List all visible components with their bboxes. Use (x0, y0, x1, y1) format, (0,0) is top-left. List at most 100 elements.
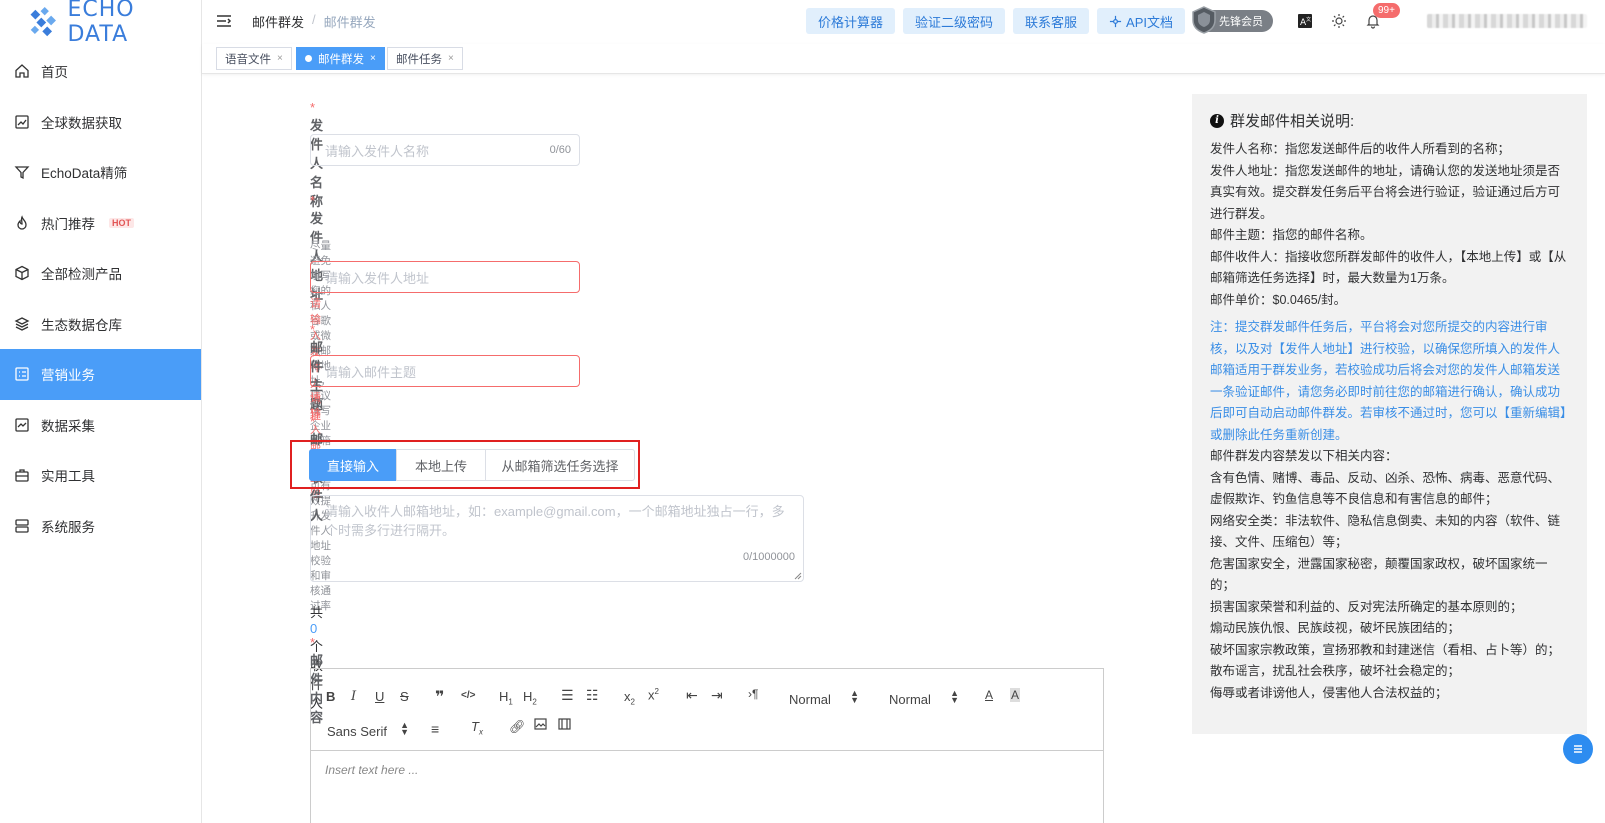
sidebar-item-home[interactable]: 首页 (0, 46, 201, 97)
info-rule: 邮件群发内容禁发以下相关内容： (1210, 449, 1398, 463)
ordered-list-icon[interactable]: ☰ (561, 687, 574, 704)
close-icon[interactable]: × (448, 53, 454, 64)
editor-body[interactable]: Insert text here ... (311, 751, 1103, 789)
sidebar-item-label: 热门推荐 (41, 216, 95, 232)
floating-menu-button[interactable] (1563, 734, 1593, 764)
tab-label: 邮件任务 (396, 53, 442, 66)
sidebar-item-data-collection[interactable]: 数据采集 (0, 400, 201, 451)
close-icon[interactable]: × (370, 53, 376, 64)
blockquote-icon[interactable]: ❞ (435, 687, 444, 707)
verify-password-button[interactable]: 验证二级密码 (903, 8, 1006, 34)
sidebar-item-label: 数据采集 (41, 418, 95, 434)
user-info-blurred[interactable] (1427, 14, 1587, 28)
sidebar-item-tools[interactable]: 实用工具 (0, 450, 201, 501)
sidebar-item-label: 实用工具 (41, 469, 95, 485)
editor-toolbar: B I U S ❞ </> H1 H2 ☰ ☷ x2 x2 ⇤ ⇥ ›¶ Nor… (311, 669, 1103, 751)
tab-mail-tasks[interactable]: 邮件任务 × (387, 47, 463, 70)
translate-icon[interactable]: A文 (1295, 11, 1315, 31)
member-badge[interactable]: 先锋会员 (1192, 6, 1273, 34)
sender-name-placeholder: 请输入发件人名称 (325, 143, 430, 159)
logo[interactable]: ECHO DATA (0, 0, 201, 47)
subject-input[interactable]: 请输入邮件主题 (310, 355, 580, 387)
sidebar-item-echodata-filter[interactable]: EchoData精筛 (0, 147, 201, 198)
info-line: 邮件单价：$0.0465/封。 (1210, 292, 1347, 307)
recipients-counter: 0/1000000 (743, 551, 795, 563)
source-direct-input-button[interactable]: 直接输入 (309, 449, 397, 481)
sidebar-item-all-products[interactable]: 全部检测产品 (0, 248, 201, 299)
breadcrumb-separator: / (312, 11, 316, 27)
tab-mass-mail[interactable]: 邮件群发 × (296, 47, 385, 70)
image-icon[interactable] (534, 718, 547, 733)
menu-toggle-icon[interactable] (216, 13, 232, 29)
select-arrows-icon: ▲ ▼ (400, 720, 409, 737)
select-arrows-icon: ▲ ▼ (950, 688, 959, 705)
superscript-icon[interactable]: x2 (648, 687, 659, 702)
brand-name: ECHO DATA (67, 0, 135, 47)
info-rule: 损害国家荣誉和利益的、反对宪法所确定的基本原则的； (1210, 599, 1523, 614)
font-color-icon[interactable]: A (985, 688, 993, 702)
contact-support-button[interactable]: 联系客服 (1013, 8, 1090, 34)
bold-icon[interactable]: B (326, 689, 335, 704)
bullet-list-icon[interactable]: ☷ (586, 687, 599, 704)
source-filter-task-button[interactable]: 从邮箱筛选任务选择 (485, 449, 635, 481)
info-line: 发件人地址：指您发送邮件的地址，请确认您的发送地址须是否真实有效。提交群发任务后… (1210, 163, 1561, 221)
notification-bell-icon[interactable]: 99+ (1363, 3, 1400, 31)
recipients-textarea[interactable]: 请输入收件人邮箱地址，如：example@gmail.com，一个邮箱地址独占一… (310, 495, 804, 582)
video-icon[interactable] (558, 718, 571, 733)
sidebar-item-label: 全球数据获取 (41, 115, 122, 131)
breadcrumb-current: 邮件群发 (323, 14, 376, 30)
sidebar-item-data-warehouse[interactable]: 生态数据仓库 (0, 299, 201, 350)
price-calculator-button[interactable]: 价格计算器 (805, 8, 895, 34)
heading1-icon[interactable]: H1 (499, 689, 513, 707)
sidebar-item-label: 生态数据仓库 (41, 317, 122, 333)
sender-name-input[interactable]: 请输入发件人名称 0/60 (310, 134, 580, 166)
clear-format-icon[interactable]: Tx (471, 719, 483, 737)
align-icon[interactable]: ≡ (431, 721, 439, 737)
sidebar-item-label: 系统服务 (41, 519, 95, 535)
info-rule: 侮辱或者诽谤他人，侵害他人合法权益的； (1210, 685, 1448, 700)
italic-icon[interactable]: I (351, 689, 356, 704)
code-icon[interactable]: </> (461, 690, 475, 701)
list-icon (13, 365, 31, 383)
member-label: 先锋会员 (1219, 16, 1263, 28)
font-select[interactable]: Sans Serif ▲ ▼ (327, 720, 409, 740)
layers-icon (13, 315, 31, 333)
breadcrumb-item[interactable]: 邮件群发 (252, 12, 304, 31)
filter-icon (13, 163, 31, 181)
api-docs-button[interactable]: API文档 (1097, 8, 1185, 34)
sidebar-item-label: EchoData精筛 (41, 166, 128, 182)
sidebar-item-label: 首页 (41, 65, 68, 81)
text-direction-icon[interactable]: ›¶ (748, 687, 758, 701)
sidebar-item-marketing[interactable]: 营销业务 (0, 349, 201, 400)
resize-handle-icon[interactable] (794, 572, 802, 580)
outdent-icon[interactable]: ⇤ (686, 687, 698, 704)
theme-sun-icon[interactable] (1329, 11, 1349, 31)
strikethrough-icon[interactable]: S (400, 689, 409, 704)
app-root: ECHO DATA 首页 全球数据获取 EchoData精筛 热门推荐 HOT (0, 0, 1605, 823)
link-icon[interactable]: 🔗︎ (509, 719, 526, 735)
source-local-upload-button[interactable]: 本地上传 (396, 449, 486, 481)
sidebar-item-hot[interactable]: 热门推荐 HOT (0, 198, 201, 249)
trend-icon (13, 416, 31, 434)
hot-badge: HOT (109, 217, 134, 228)
sender-address-input[interactable]: 请输入发件人地址 (310, 261, 580, 293)
subject-placeholder: 请输入邮件主题 (325, 364, 417, 380)
underline-icon[interactable]: U (375, 689, 384, 704)
logo-mark-icon (30, 7, 56, 37)
background-color-icon[interactable]: A (1010, 688, 1021, 702)
close-icon[interactable]: × (277, 53, 283, 64)
size-select[interactable]: Normal ▲ ▼ (889, 688, 959, 708)
recipients-placeholder: 请输入收件人邮箱地址，如：example@gmail.com，一个邮箱地址独占一… (325, 504, 785, 538)
heading-select[interactable]: Normal ▲ ▼ (789, 689, 859, 708)
heading2-icon[interactable]: H2 (523, 689, 537, 707)
sender-address-placeholder: 请输入发件人地址 (325, 270, 430, 286)
indent-icon[interactable]: ⇥ (711, 687, 723, 704)
info-panel: i 群发邮件相关说明: 发件人名称：指您发送邮件后的收件人所看到的名称； 发件人… (1192, 94, 1587, 734)
sidebar-item-global-data[interactable]: 全球数据获取 (0, 97, 201, 148)
subscript-icon[interactable]: x2 (624, 689, 635, 707)
info-rule: 散布谣言，扰乱社会秩序，破坏社会稳定的； (1210, 664, 1461, 678)
tab-voice-files[interactable]: 语音文件 × (216, 47, 292, 70)
sidebar-item-system[interactable]: 系统服务 (0, 501, 201, 552)
header: 邮件群发 / 邮件群发 价格计算器 验证二级密码 联系客服 API文档 先锋会员… (202, 0, 1605, 42)
sidebar-item-label: 全部检测产品 (41, 267, 122, 283)
